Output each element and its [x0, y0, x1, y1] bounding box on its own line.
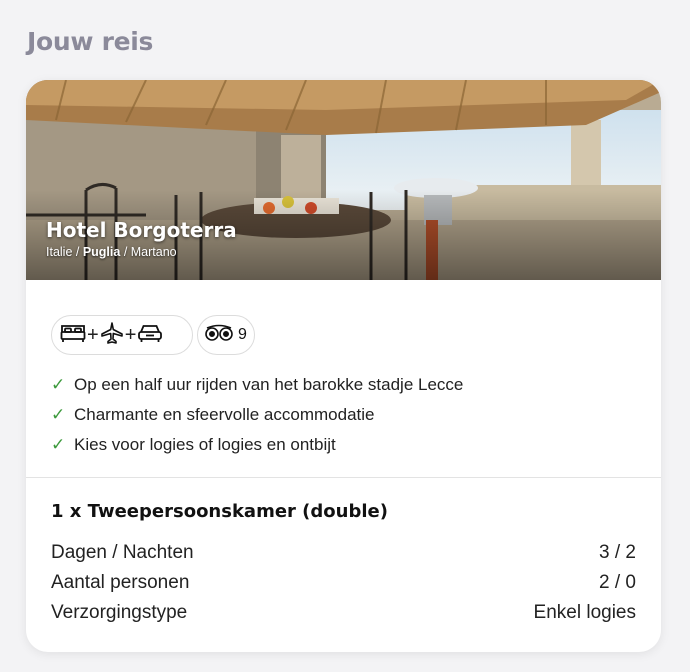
- hotel-name[interactable]: Hotel Borgoterra: [46, 218, 237, 242]
- plane-icon: [100, 321, 124, 350]
- page-heading: Jouw reis: [27, 27, 154, 56]
- trip-card: Hotel Borgoterra Italie / Puglia / Marta…: [26, 80, 661, 652]
- tripadvisor-rating-badge[interactable]: 9: [197, 315, 255, 355]
- feature-item: ✓ Charmante en sfeervolle accommodatie: [51, 400, 463, 430]
- plus-sign: +: [87, 323, 99, 346]
- room-title: 1 x Tweepersoonskamer (double): [51, 501, 388, 522]
- location-separator: /: [72, 245, 83, 259]
- plus-sign: +: [124, 323, 137, 346]
- rating-value: 9: [238, 326, 247, 343]
- feature-list: ✓ Op een half uur rijden van het barokke…: [51, 370, 463, 460]
- hotel-location: Italie / Puglia / Martano: [46, 245, 177, 259]
- detail-row-board-type: Verzorgingstype Enkel logies: [51, 598, 636, 628]
- bed-icon: [60, 323, 86, 348]
- feature-text: Kies voor logies of logies en ontbijt: [74, 435, 336, 454]
- detail-row-days-nights: Dagen / Nachten 3 / 2: [51, 538, 636, 568]
- feature-item: ✓ Kies voor logies of logies en ontbijt: [51, 430, 463, 460]
- detail-value: Enkel logies: [533, 602, 636, 623]
- divider: [26, 477, 661, 478]
- detail-label: Dagen / Nachten: [51, 542, 194, 563]
- detail-label: Aantal personen: [51, 572, 190, 593]
- check-icon: ✓: [51, 405, 66, 424]
- detail-label: Verzorgingstype: [51, 602, 188, 623]
- location-country[interactable]: Italie: [46, 245, 72, 259]
- transport-badge[interactable]: + +: [51, 315, 193, 355]
- detail-value: 3 / 2: [599, 542, 636, 563]
- room-details: Dagen / Nachten 3 / 2 Aantal personen 2 …: [51, 538, 636, 628]
- location-city[interactable]: Martano: [131, 245, 177, 259]
- check-icon: ✓: [51, 375, 66, 394]
- feature-item: ✓ Op een half uur rijden van het barokke…: [51, 370, 463, 400]
- check-icon: ✓: [51, 435, 66, 454]
- location-region[interactable]: Puglia: [83, 245, 121, 259]
- feature-text: Charmante en sfeervolle accommodatie: [74, 405, 375, 424]
- tripadvisor-icon: [204, 324, 234, 347]
- detail-row-persons: Aantal personen 2 / 0: [51, 568, 636, 598]
- detail-value: 2 / 0: [599, 572, 636, 593]
- location-separator: /: [120, 245, 131, 259]
- feature-text: Op een half uur rijden van het barokke s…: [74, 375, 464, 394]
- car-icon: [137, 323, 163, 348]
